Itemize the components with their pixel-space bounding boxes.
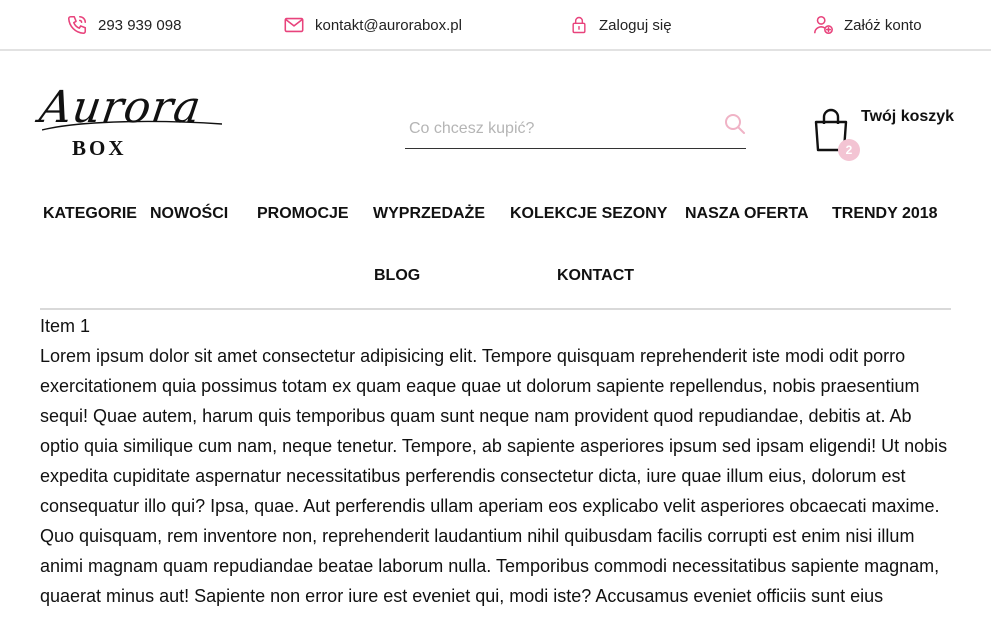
envelope-icon [284, 17, 304, 33]
content-body: Lorem ipsum dolor sit amet consectetur a… [40, 346, 948, 606]
search-icon [725, 114, 745, 134]
content-title: Item 1 [40, 316, 91, 336]
cart-button[interactable]: 2 Twój koszyk [810, 104, 960, 164]
register-link[interactable]: Załóż konto [812, 14, 922, 36]
nav-kolekcje-sezony[interactable]: KOLEKCJE SEZONY [510, 205, 667, 223]
content-section: Item 1 Lorem ipsum dolor sit amet consec… [40, 313, 955, 629]
email-link[interactable]: kontakt@aurorabox.pl [283, 14, 462, 36]
phone-icon [67, 15, 87, 35]
logo[interactable]: Aurora BOX [36, 82, 230, 166]
top-bar: 293 939 098 kontakt@aurorabox.pl Zaloguj… [0, 0, 991, 51]
register-label: Załóż konto [844, 16, 922, 34]
logo-box-text: BOX [72, 136, 127, 160]
login-label: Zaloguj się [599, 16, 672, 34]
search-input[interactable] [409, 116, 709, 142]
search-button[interactable] [723, 112, 749, 138]
logo-swash-graphic [42, 120, 222, 131]
login-link[interactable]: Zaloguj się [569, 14, 672, 36]
lock-icon [572, 16, 586, 34]
phone-link[interactable]: 293 939 098 [66, 14, 181, 36]
email-address: kontakt@aurorabox.pl [315, 16, 462, 34]
nav-kontact[interactable]: KONTACT [557, 267, 634, 285]
cart-count-badge: 2 [838, 139, 860, 161]
cart-label: Twój koszyk [861, 108, 955, 125]
nav-divider [40, 308, 951, 310]
phone-number: 293 939 098 [98, 16, 182, 34]
nav-kategorie[interactable]: KATEGORIE [43, 205, 137, 223]
nav-nowosci[interactable]: NOWOŚCI [150, 205, 228, 223]
nav-promocje[interactable]: PROMOCJE [257, 205, 349, 223]
add-user-icon [813, 15, 833, 35]
nav-wyprzedaze[interactable]: WYPRZEDAŻE [373, 205, 485, 223]
nav-nasza-oferta[interactable]: NASZA OFERTA [685, 205, 809, 223]
nav-blog[interactable]: BLOG [374, 267, 420, 285]
nav-trendy-2018[interactable]: TRENDY 2018 [832, 205, 938, 223]
search-bar [405, 108, 746, 149]
